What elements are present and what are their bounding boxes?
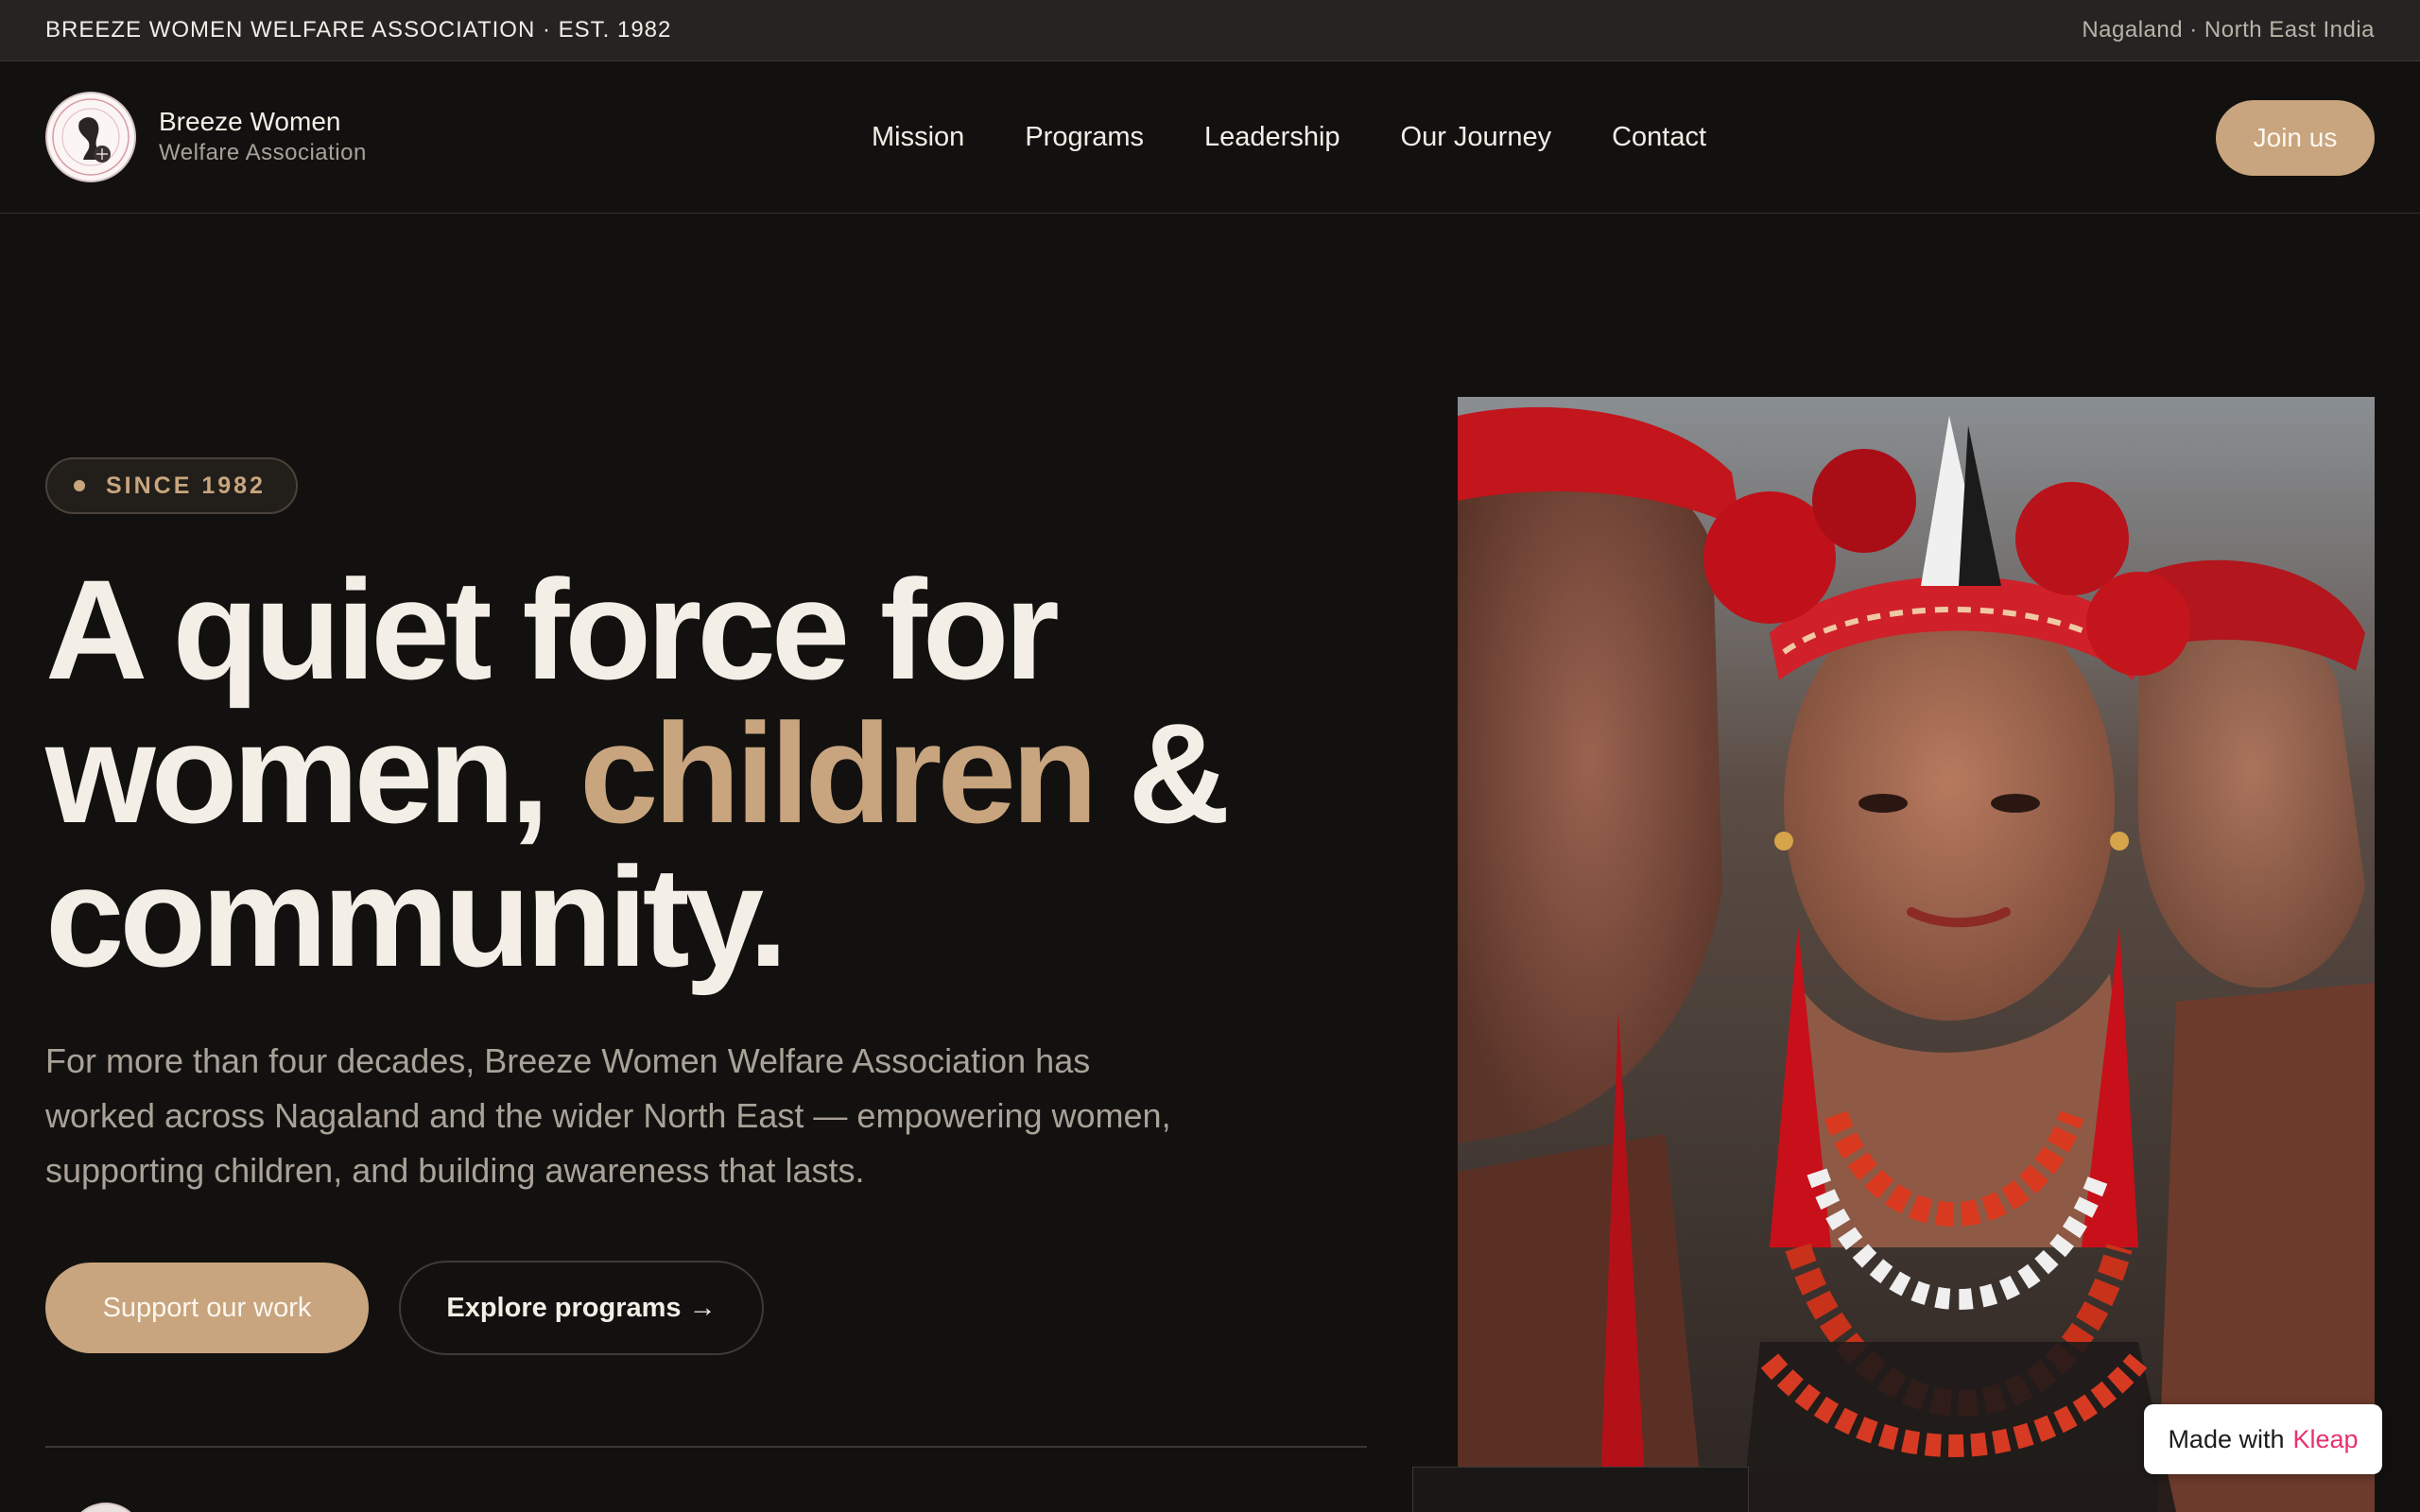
association-seal-logo	[45, 92, 136, 182]
main-navigation: Mission Programs Leadership Our Journey …	[872, 61, 1706, 213]
nav-link-contact[interactable]: Contact	[1612, 122, 1706, 153]
avatar	[68, 1503, 144, 1512]
hero-headline: A quiet force for women, children & comm…	[45, 558, 1350, 988]
nav-link-leadership[interactable]: Leadership	[1204, 122, 1340, 153]
hero-lead-paragraph: For more than four decades, Breeze Women…	[45, 1041, 1171, 1190]
made-with-kleap-badge[interactable]: Made with Kleap	[2144, 1404, 2382, 1474]
kleap-brand: Kleap	[2292, 1424, 2359, 1453]
location-text: Nagaland · North East India	[2082, 17, 2375, 43]
badge-label: SINCE 1982	[106, 472, 266, 499]
kleap-prefix: Made with	[2168, 1424, 2285, 1453]
headline-accent-word: children	[579, 694, 1098, 852]
site-header: Breeze Women Welfare Association Mission…	[0, 61, 2420, 214]
badge-dot-icon	[74, 480, 85, 491]
headline-line-3: community.	[45, 837, 788, 996]
section-divider	[45, 1446, 1367, 1448]
association-established-text: BREEZE WOMEN WELFARE ASSOCIATION · EST. …	[45, 17, 672, 43]
hero-photo	[1458, 397, 2375, 1512]
headline-line-1: A quiet force for	[45, 550, 1060, 709]
join-us-button[interactable]: Join us	[2216, 100, 2375, 176]
headline-line-2-end: &	[1093, 694, 1230, 852]
top-announcement-bar: BREEZE WOMEN WELFARE ASSOCIATION · EST. …	[0, 0, 2420, 61]
nav-link-our-journey[interactable]: Our Journey	[1401, 122, 1552, 153]
brand-home-link[interactable]: Breeze Women Welfare Association	[45, 92, 367, 182]
photo-caption-tab	[1412, 1467, 1749, 1512]
support-our-work-button[interactable]: Support our work	[45, 1263, 369, 1353]
since-badge: SINCE 1982	[45, 457, 298, 514]
explore-programs-button[interactable]: Explore programs →	[399, 1261, 764, 1355]
nav-link-programs[interactable]: Programs	[1025, 122, 1144, 153]
brand-subtitle: Welfare Association	[159, 140, 367, 165]
nav-link-mission[interactable]: Mission	[872, 122, 964, 153]
brand-name: Breeze Women	[159, 107, 341, 136]
headline-line-2-start: women,	[45, 694, 580, 852]
